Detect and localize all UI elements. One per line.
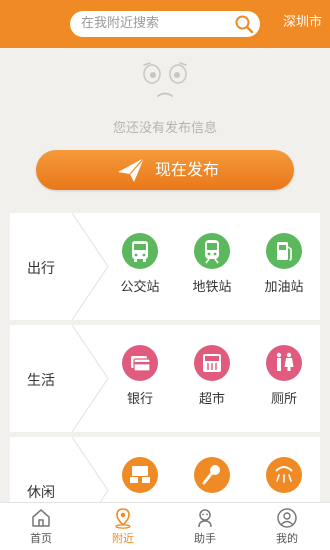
category-label-life: 生活: [27, 373, 55, 389]
internet-cafe-icon: [122, 457, 158, 493]
item-internet-cafe[interactable]: [110, 457, 170, 493]
category-card-life: 生活 银行 超市 厕所: [10, 325, 320, 432]
location-icon: [115, 508, 131, 529]
item-spa[interactable]: [254, 457, 314, 493]
chevron-divider: [72, 213, 109, 320]
search-input[interactable]: 在我附近搜索: [81, 15, 159, 33]
bus-icon: [122, 233, 158, 269]
assistant-icon: [198, 509, 212, 528]
city-selector[interactable]: 深圳市: [283, 14, 322, 32]
search-icon[interactable]: [234, 14, 254, 34]
item-label: 厕所: [270, 392, 297, 407]
publish-now-button[interactable]: 现在发布: [36, 150, 294, 190]
chevron-divider: [72, 325, 109, 432]
top-bar: 在我附近搜索 深圳市: [0, 0, 330, 48]
bank-card-icon: [122, 345, 158, 381]
tab-label: 附近: [112, 532, 134, 545]
ktv-icon: [194, 457, 230, 493]
tab-nearby[interactable]: 附近: [82, 503, 164, 550]
tab-label: 首页: [30, 532, 52, 545]
item-bus-station[interactable]: 公交站: [110, 233, 170, 296]
item-ktv[interactable]: [182, 457, 242, 493]
item-label: 加油站: [264, 280, 304, 295]
item-label: 地铁站: [192, 280, 232, 295]
profile-icon: [277, 508, 297, 528]
supermarket-icon: [194, 345, 230, 381]
chevron-divider: [72, 437, 109, 502]
home-icon: [32, 509, 50, 527]
category-label-leisure: 休闲: [27, 485, 55, 501]
tab-profile[interactable]: 我的: [246, 503, 328, 550]
item-gas-station[interactable]: 加油站: [254, 233, 314, 296]
item-metro-station[interactable]: 地铁站: [182, 233, 242, 296]
metro-icon: [194, 233, 230, 269]
tab-label: 助手: [194, 532, 216, 545]
empty-message: 您还没有发布信息: [112, 121, 217, 136]
search-box[interactable]: 在我附近搜索: [70, 11, 260, 37]
item-label: 超市: [198, 392, 225, 407]
category-card-travel: 出行 公交站 地铁站 加油站: [10, 213, 320, 320]
gas-station-icon: [266, 233, 302, 269]
tab-label: 我的: [276, 532, 298, 545]
item-label: 公交站: [120, 280, 160, 295]
paper-plane-icon: [118, 157, 145, 182]
item-toilet[interactable]: 厕所: [254, 345, 314, 408]
item-bank[interactable]: 银行: [110, 345, 170, 408]
tab-assistant[interactable]: 助手: [164, 503, 246, 550]
bottom-tab-bar: 首页 附近 助手 我的: [0, 502, 330, 550]
toilet-icon: [266, 345, 302, 381]
item-supermarket[interactable]: 超市: [182, 345, 242, 408]
item-label: 银行: [126, 392, 153, 407]
spa-icon: [266, 457, 302, 493]
category-card-leisure: 休闲: [10, 437, 320, 502]
publish-button-label: 现在发布: [155, 160, 220, 179]
tab-home[interactable]: 首页: [0, 503, 82, 550]
category-label-travel: 出行: [27, 261, 55, 277]
sad-face-icon: [143, 62, 187, 97]
